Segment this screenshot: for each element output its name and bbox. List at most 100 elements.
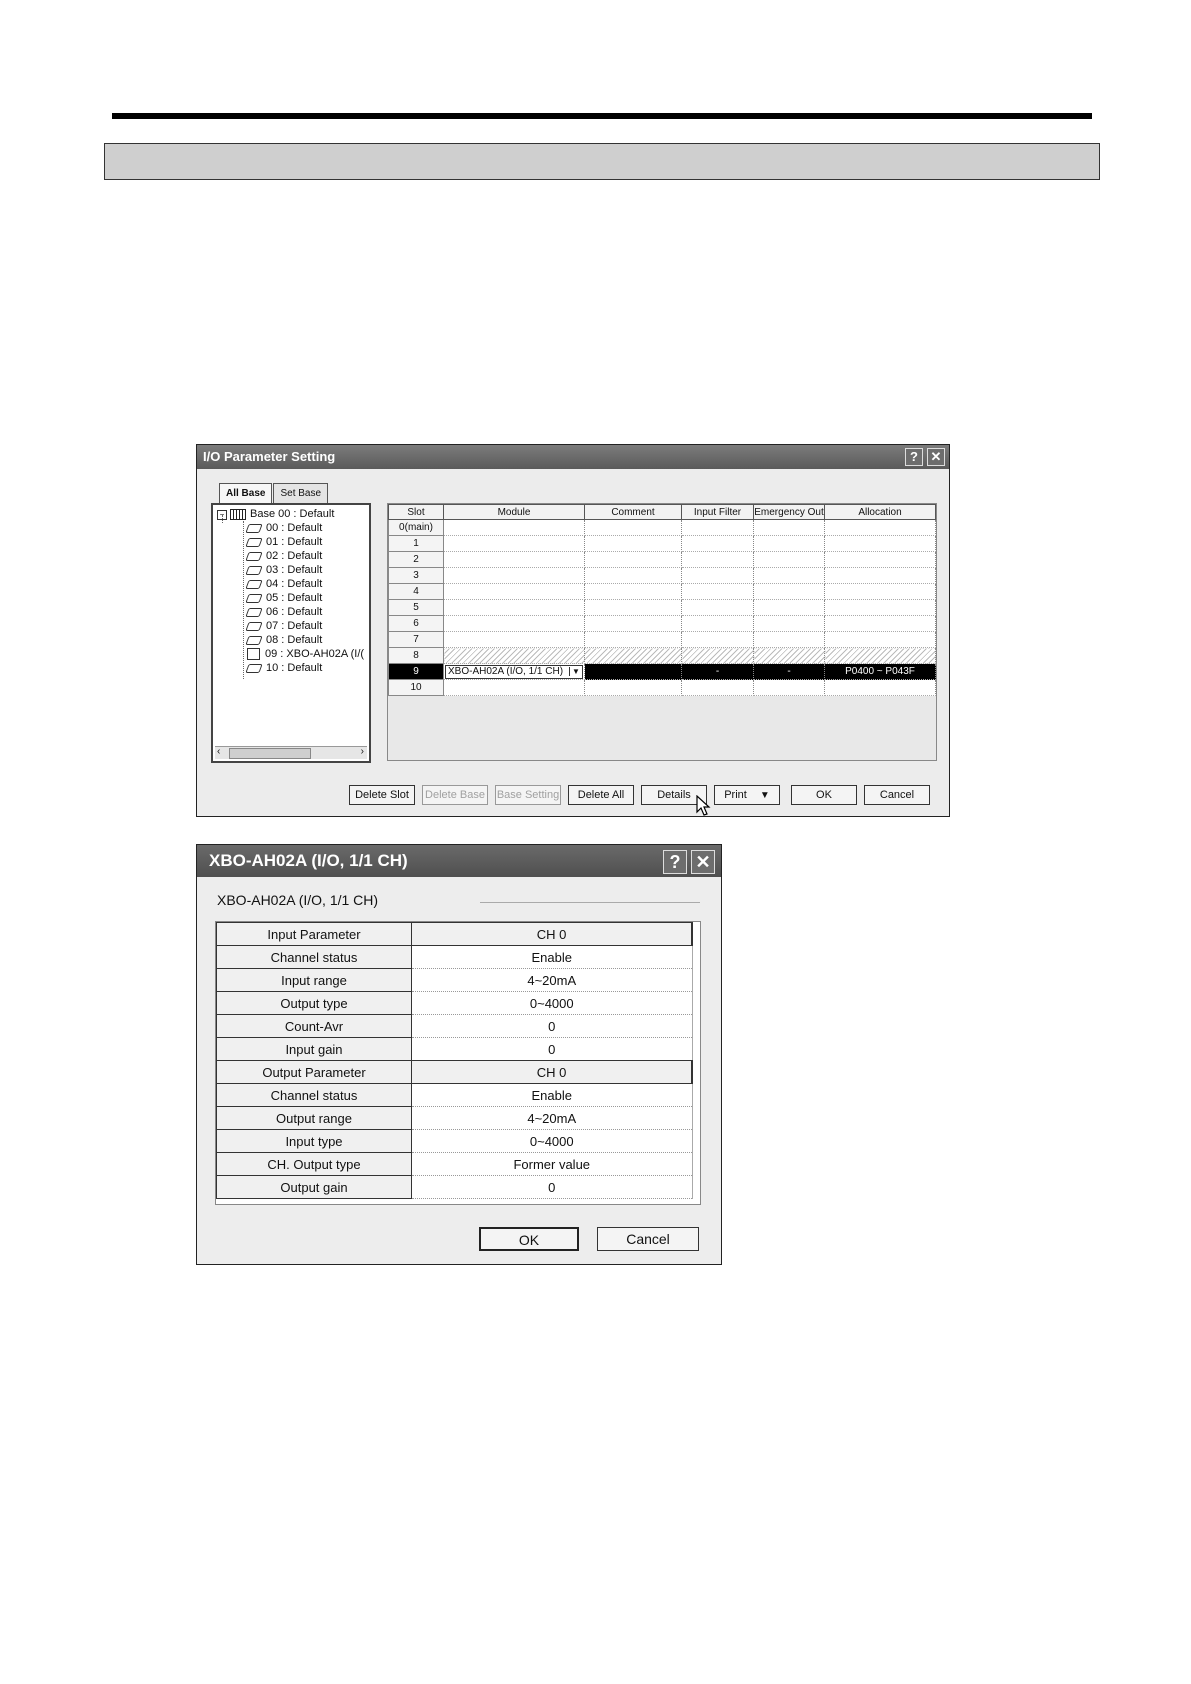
- table-row[interactable]: 1: [388, 535, 936, 552]
- slot-number: 6: [388, 615, 444, 632]
- details-ok-button[interactable]: OK: [479, 1227, 579, 1251]
- parameter-row[interactable]: Count-Avr 0: [216, 1014, 693, 1038]
- help-icon[interactable]: ?: [905, 448, 923, 466]
- tab-all-base[interactable]: All Base: [219, 483, 273, 503]
- scroll-left-icon[interactable]: ‹: [217, 746, 220, 757]
- parameter-row[interactable]: Input range 4~20mA: [216, 968, 693, 992]
- slot-number: 5: [388, 599, 444, 616]
- parameter-row[interactable]: Channel status Enable: [216, 1083, 693, 1107]
- module-icon: [245, 593, 263, 603]
- module-icon: [245, 663, 263, 673]
- row-label: Output Parameter: [216, 1060, 412, 1084]
- scroll-thumb[interactable]: [229, 748, 311, 759]
- input-filter-cell[interactable]: -: [681, 663, 754, 680]
- tree-item-slot-06[interactable]: 06 : Default: [245, 605, 322, 619]
- slot-number: 10: [388, 679, 444, 696]
- delete-slot-button[interactable]: Delete Slot: [349, 785, 415, 805]
- details-window-title: XBO-AH02A (I/O, 1/1 CH): [209, 851, 408, 870]
- delete-all-button[interactable]: Delete All: [568, 785, 634, 805]
- col-header-allocation[interactable]: Allocation: [824, 504, 936, 520]
- table-row-occupied[interactable]: 8: [388, 647, 936, 664]
- tree-item-slot-10[interactable]: 10 : Default: [245, 661, 322, 675]
- tree-connector: [243, 521, 244, 679]
- module-cell[interactable]: XBO-AH02A (I/O, 1/1 CH) ▼: [443, 663, 585, 680]
- tree-item-slot-01[interactable]: 01 : Default: [245, 535, 322, 549]
- parameter-row[interactable]: Input type 0~4000: [216, 1129, 693, 1153]
- emergency-out-cell[interactable]: -: [753, 663, 825, 680]
- base-rack-icon: [230, 508, 246, 520]
- tree-item-slot-04[interactable]: 04 : Default: [245, 577, 322, 591]
- print-button[interactable]: Print ▼: [714, 785, 780, 805]
- print-button-label: Print: [724, 789, 747, 801]
- row-value[interactable]: 0~4000: [411, 991, 693, 1015]
- col-header-input-filter[interactable]: Input Filter: [681, 504, 754, 520]
- details-window-titlebar: XBO-AH02A (I/O, 1/1 CH) ? ✕: [197, 845, 721, 877]
- row-value[interactable]: 0: [411, 1175, 693, 1199]
- parameter-row[interactable]: Input gain 0: [216, 1037, 693, 1061]
- row-value[interactable]: Enable: [411, 945, 693, 969]
- base-setting-button[interactable]: Base Setting: [495, 785, 561, 805]
- tab-set-base[interactable]: Set Base: [273, 483, 329, 503]
- row-value[interactable]: Former value: [411, 1152, 693, 1176]
- module-select[interactable]: XBO-AH02A (I/O, 1/1 CH) ▼: [445, 664, 583, 679]
- tree-horizontal-scrollbar[interactable]: ‹ ›: [215, 746, 367, 759]
- row-value[interactable]: 4~20mA: [411, 1106, 693, 1130]
- slot-grid: Slot Module Comment Input Filter Emergen…: [388, 504, 936, 696]
- parameter-row[interactable]: CH. Output type Former value: [216, 1152, 693, 1176]
- module-icon: [245, 565, 263, 575]
- tree-root-base-00[interactable]: − Base 00 : Default: [217, 507, 334, 521]
- print-dropdown-icon[interactable]: ▼: [760, 790, 770, 801]
- tree-item-slot-05[interactable]: 05 : Default: [245, 591, 322, 605]
- table-row[interactable]: 5: [388, 599, 936, 616]
- row-value[interactable]: 4~20mA: [411, 968, 693, 992]
- module-subtitle: XBO-AH02A (I/O, 1/1 CH): [217, 892, 379, 908]
- ok-button[interactable]: OK: [791, 785, 857, 805]
- table-row[interactable]: 6: [388, 615, 936, 632]
- io-window-title: I/O Parameter Setting: [203, 449, 336, 464]
- close-icon[interactable]: ✕: [691, 850, 715, 874]
- row-label: Input gain: [216, 1037, 412, 1061]
- tree-item-slot-09[interactable]: 09 : XBO-AH02A (I/(: [247, 647, 364, 661]
- page-header-rule: [112, 113, 1092, 119]
- table-row[interactable]: 0(main): [388, 519, 936, 536]
- col-header-slot[interactable]: Slot: [388, 504, 444, 520]
- scroll-right-icon[interactable]: ›: [361, 746, 364, 757]
- parameter-row[interactable]: Output gain 0: [216, 1175, 693, 1199]
- tree-item-slot-02[interactable]: 02 : Default: [245, 549, 322, 563]
- col-header-module[interactable]: Module: [443, 504, 585, 520]
- parameter-row[interactable]: Output range 4~20mA: [216, 1106, 693, 1130]
- table-row-selected[interactable]: 9 XBO-AH02A (I/O, 1/1 CH) ▼ - - P0400 ~ …: [388, 663, 936, 680]
- tree-item-slot-03[interactable]: 03 : Default: [245, 563, 323, 577]
- help-icon[interactable]: ?: [663, 850, 687, 874]
- table-row[interactable]: 2: [388, 551, 936, 568]
- delete-base-button[interactable]: Delete Base: [422, 785, 488, 805]
- table-row[interactable]: 10: [388, 679, 936, 696]
- tree-item-slot-00[interactable]: 00 : Default: [245, 521, 322, 535]
- comment-cell[interactable]: [584, 663, 682, 680]
- tree-item-slot-07[interactable]: 07 : Default: [245, 619, 322, 633]
- collapse-icon[interactable]: −: [217, 510, 227, 520]
- row-value[interactable]: 0: [411, 1037, 693, 1061]
- slot-number: 1: [388, 535, 444, 552]
- details-cancel-button[interactable]: Cancel: [597, 1227, 699, 1251]
- cancel-button[interactable]: Cancel: [864, 785, 930, 805]
- parameter-row[interactable]: Channel status Enable: [216, 945, 693, 969]
- row-label: Output gain: [216, 1175, 412, 1199]
- slot-number: 0(main): [388, 519, 444, 536]
- row-value[interactable]: 0: [411, 1014, 693, 1038]
- slot-number: 9: [388, 663, 444, 680]
- table-row[interactable]: 4: [388, 583, 936, 600]
- table-row[interactable]: 7: [388, 631, 936, 648]
- row-label: Input Parameter: [216, 922, 412, 946]
- parameter-row[interactable]: Output type 0~4000: [216, 991, 693, 1015]
- dropdown-arrow-icon[interactable]: ▼: [569, 667, 582, 676]
- tree-item-slot-08[interactable]: 08 : Default: [245, 633, 322, 647]
- table-row[interactable]: 3: [388, 567, 936, 584]
- row-value[interactable]: Enable: [411, 1083, 693, 1107]
- close-icon[interactable]: ✕: [927, 448, 945, 466]
- col-header-comment[interactable]: Comment: [584, 504, 682, 520]
- col-header-emergency-out[interactable]: Emergency Out: [753, 504, 825, 520]
- row-label: Input type: [216, 1129, 412, 1153]
- row-value[interactable]: 0~4000: [411, 1129, 693, 1153]
- tree-item-label: 03 : Default: [266, 564, 323, 576]
